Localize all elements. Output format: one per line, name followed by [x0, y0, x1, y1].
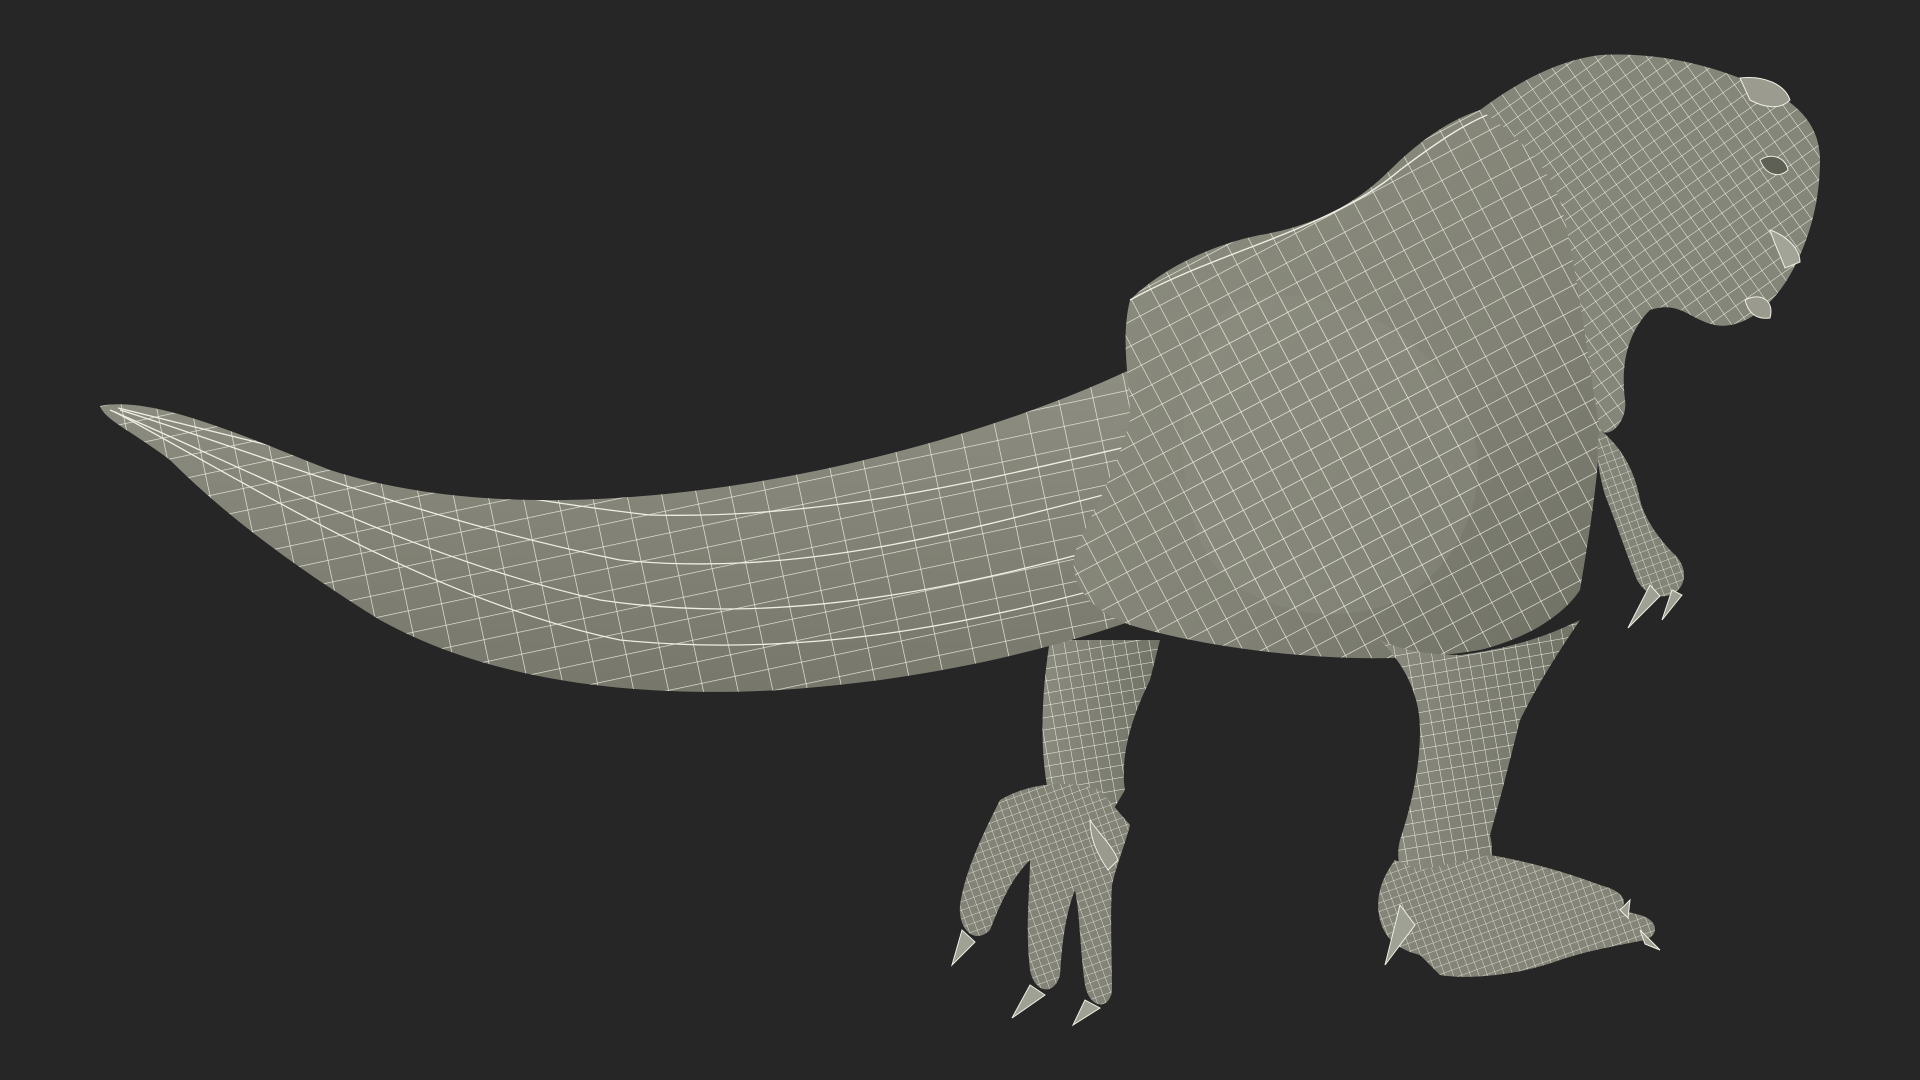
render-viewport	[0, 0, 1920, 1080]
torso	[1073, 109, 1606, 659]
right-hind-leg	[1378, 620, 1661, 977]
dinosaur-wireframe-render	[100, 54, 1820, 1027]
right-arm	[1597, 430, 1685, 629]
left-hind-leg	[950, 640, 1160, 1027]
tail	[100, 360, 1210, 692]
